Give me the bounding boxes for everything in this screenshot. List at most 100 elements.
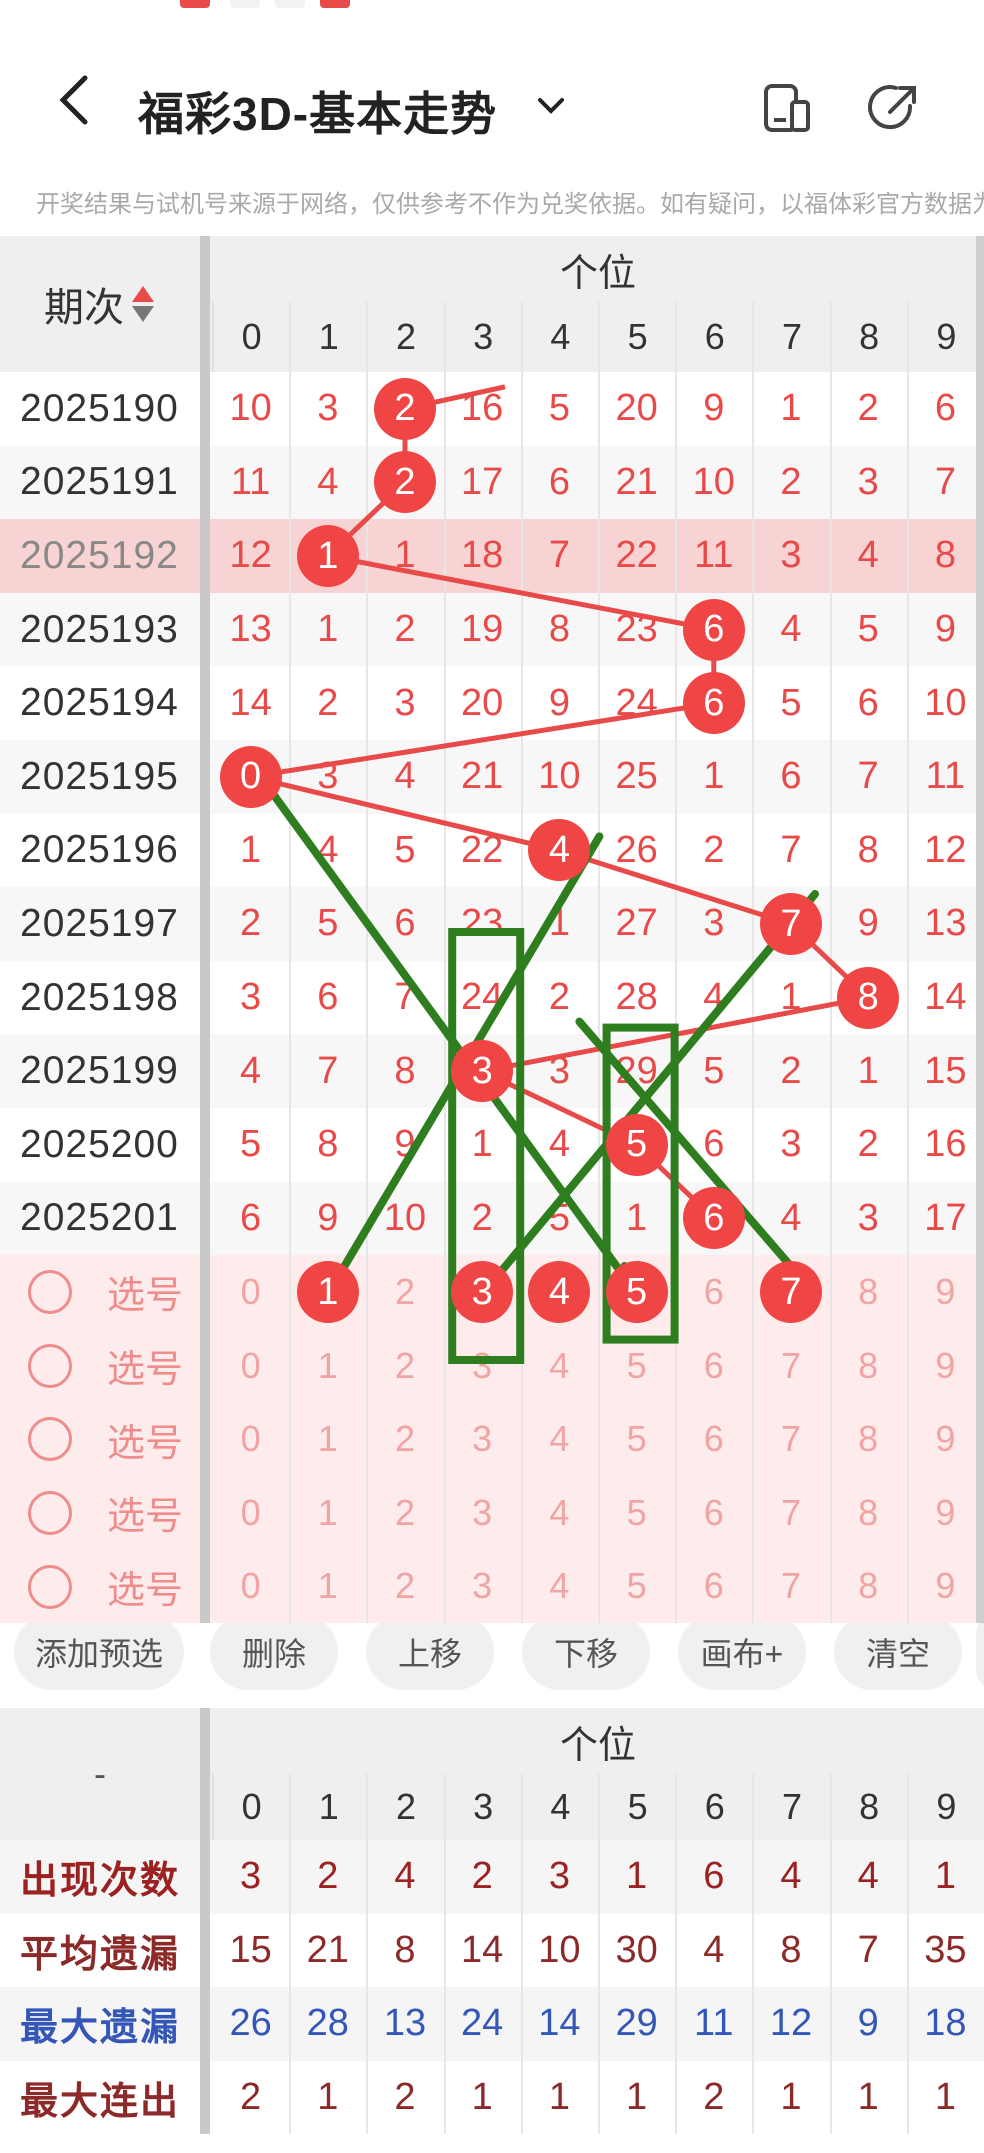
choose-digit[interactable]: 5 xyxy=(598,1329,675,1403)
choose-digit[interactable]: 1 xyxy=(289,1550,366,1624)
omission-cell: 1 xyxy=(471,1123,493,1166)
toolbar-button[interactable]: 画布+ xyxy=(678,1614,806,1690)
stats-digit-header: 2 xyxy=(366,1774,443,1840)
omission-cell: 12 xyxy=(229,534,272,577)
choose-digit[interactable]: 1 xyxy=(289,1476,366,1550)
choose-digit[interactable]: 6 xyxy=(675,1476,752,1550)
stats-value: 4 xyxy=(857,1855,879,1898)
digit-column-header: 7 xyxy=(752,302,829,372)
choose-digit[interactable]: 2 xyxy=(366,1329,443,1403)
choose-digit[interactable]: 6 xyxy=(675,1402,752,1476)
choose-digit[interactable]: 0 xyxy=(212,1402,289,1476)
choose-digit[interactable]: 9 xyxy=(907,1476,984,1550)
omission-cell: 3 xyxy=(317,387,339,430)
choose-digit[interactable]: 6 xyxy=(675,1550,752,1624)
choose-digit[interactable]: 2 xyxy=(366,1550,443,1624)
omission-cell: 3 xyxy=(548,1049,570,1092)
omission-cell: 8 xyxy=(317,1123,339,1166)
omission-cell: 20 xyxy=(461,681,504,724)
period-cell: 2025196 xyxy=(20,828,179,872)
choose-digit[interactable]: 4 xyxy=(521,1550,598,1624)
choose-digit[interactable]: 8 xyxy=(830,1402,907,1476)
choose-digit[interactable]: 4 xyxy=(521,1402,598,1476)
choose-digit[interactable]: 4 xyxy=(521,1329,598,1403)
choose-digit[interactable]: 0 xyxy=(212,1329,289,1403)
choose-radio[interactable] xyxy=(28,1343,72,1388)
choose-digit[interactable]: 8 xyxy=(830,1329,907,1403)
omission-cell: 10 xyxy=(692,460,735,503)
choose-digit[interactable]: 9 xyxy=(907,1402,984,1476)
omission-cell: 22 xyxy=(461,828,504,871)
omission-cell: 7 xyxy=(394,976,416,1019)
phone-share-icon[interactable] xyxy=(758,80,814,136)
app-header: 福彩3D-基本走势 xyxy=(0,40,984,170)
choose-digit[interactable]: 3 xyxy=(444,1550,521,1624)
selected-digit-ball[interactable]: 1 xyxy=(296,1261,359,1323)
choose-digit[interactable]: 7 xyxy=(752,1550,829,1624)
grid-line xyxy=(906,302,909,1624)
choose-radio[interactable] xyxy=(28,1270,72,1315)
toolbar-button[interactable]: 删除 xyxy=(210,1614,338,1690)
choose-digit[interactable]: 7 xyxy=(752,1402,829,1476)
toolbar-button[interactable]: 上移 xyxy=(366,1614,494,1690)
toolbar-button[interactable]: 添加预选 xyxy=(14,1614,184,1690)
choose-digit[interactable]: 9 xyxy=(907,1329,984,1403)
page-title[interactable]: 福彩3D-基本走势 xyxy=(138,78,497,144)
choose-digit[interactable]: 8 xyxy=(830,1255,907,1329)
choose-digit[interactable]: 1 xyxy=(289,1402,366,1476)
selected-digit-ball[interactable]: 5 xyxy=(605,1261,668,1323)
omission-cell: 6 xyxy=(548,460,570,503)
stats-value: 29 xyxy=(615,2002,658,2045)
stats-value: 1 xyxy=(548,2076,570,2119)
choose-digit[interactable]: 8 xyxy=(830,1476,907,1550)
hit-ball: 7 xyxy=(760,893,822,955)
choose-digit[interactable]: 3 xyxy=(444,1329,521,1403)
grid-line xyxy=(443,302,446,1624)
choose-digit[interactable]: 0 xyxy=(212,1550,289,1624)
share-arrow-icon[interactable] xyxy=(866,80,922,136)
stats-value: 1 xyxy=(471,2076,493,2119)
choose-digit[interactable]: 3 xyxy=(444,1402,521,1476)
choose-digit[interactable]: 9 xyxy=(907,1550,984,1624)
stats-value: 14 xyxy=(461,1928,504,1971)
choose-digit[interactable]: 9 xyxy=(907,1255,984,1329)
choose-digit[interactable]: 2 xyxy=(366,1402,443,1476)
choose-digit[interactable]: 7 xyxy=(752,1329,829,1403)
choose-digit[interactable]: 5 xyxy=(598,1402,675,1476)
choose-digit[interactable]: 7 xyxy=(752,1476,829,1550)
choose-digit[interactable]: 2 xyxy=(366,1255,443,1329)
stats-digit-header: 7 xyxy=(752,1774,829,1840)
omission-cell: 17 xyxy=(924,1196,967,1239)
choose-digit[interactable]: 5 xyxy=(598,1550,675,1624)
selected-digit-ball[interactable]: 4 xyxy=(528,1261,591,1323)
omission-cell: 4 xyxy=(857,534,879,577)
choose-digit[interactable]: 3 xyxy=(444,1476,521,1550)
sort-arrows-icon[interactable] xyxy=(130,284,156,324)
grid-line xyxy=(675,302,678,1624)
omission-cell: 26 xyxy=(615,828,658,871)
stats-value: 11 xyxy=(694,2002,734,2045)
choose-digit[interactable]: 0 xyxy=(212,1476,289,1550)
choose-digit[interactable]: 6 xyxy=(675,1329,752,1403)
choose-digit[interactable]: 6 xyxy=(675,1255,752,1329)
selected-digit-ball[interactable]: 7 xyxy=(760,1261,822,1323)
choose-digit[interactable]: 0 xyxy=(212,1255,289,1329)
toolbar-button[interactable]: 下移 xyxy=(522,1614,650,1690)
back-chevron-icon[interactable] xyxy=(55,70,95,130)
choose-radio[interactable] xyxy=(28,1564,72,1609)
right-edge xyxy=(976,236,984,1624)
chevron-down-icon[interactable] xyxy=(534,88,568,122)
choose-digit[interactable]: 4 xyxy=(521,1476,598,1550)
stats-digit-header: 5 xyxy=(598,1774,675,1840)
choose-digit[interactable]: 5 xyxy=(598,1476,675,1550)
choose-radio[interactable] xyxy=(28,1491,72,1535)
choose-digit[interactable]: 8 xyxy=(830,1550,907,1624)
group-header-units: 个位 xyxy=(559,252,636,295)
toolbar-more-button[interactable] xyxy=(976,1614,984,1690)
choose-digit[interactable]: 2 xyxy=(366,1476,443,1550)
period-cell: 2025193 xyxy=(20,607,179,651)
selected-digit-ball[interactable]: 3 xyxy=(451,1261,514,1323)
toolbar-button[interactable]: 清空 xyxy=(834,1614,962,1690)
omission-cell: 23 xyxy=(615,608,658,651)
choose-digit[interactable]: 1 xyxy=(289,1329,366,1403)
